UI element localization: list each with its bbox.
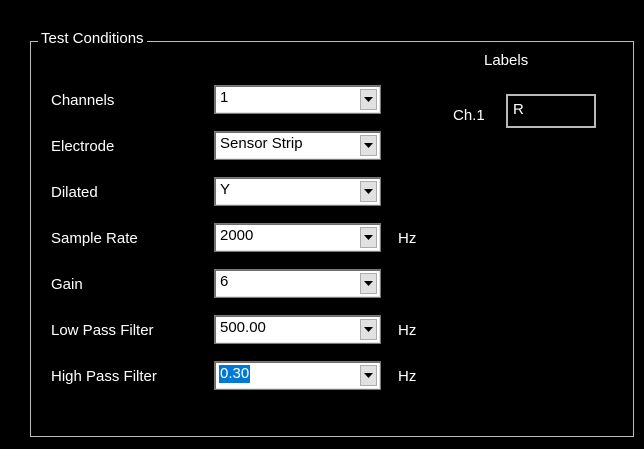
sample-rate-unit: Hz (398, 230, 417, 247)
high-pass-filter-select[interactable]: 0.30 (214, 361, 381, 390)
channel-1-label-value: R (513, 101, 524, 118)
panel-title: Test Conditions (38, 30, 147, 48)
channels-label: Channels (51, 92, 115, 109)
dilated-select-value: Y (220, 181, 231, 198)
channels-select-value: 1 (220, 89, 229, 106)
chevron-down-icon[interactable] (360, 227, 377, 248)
dilated-label: Dilated (51, 184, 98, 201)
sample-rate-select[interactable]: 2000 (214, 223, 381, 252)
low-pass-filter-select-value: 500.00 (220, 319, 266, 336)
sample-rate-select-value: 2000 (220, 227, 254, 244)
chevron-down-icon[interactable] (360, 181, 377, 202)
channel-1-label: Ch.1 (453, 107, 485, 124)
dilated-select[interactable]: Y (214, 177, 381, 206)
gain-select[interactable]: 6 (214, 269, 381, 298)
gain-select-value: 6 (220, 273, 229, 290)
high-pass-filter-select-value: 0.30 (219, 365, 251, 383)
high-pass-filter-unit: Hz (398, 368, 417, 385)
electrode-select-value: Sensor Strip (220, 135, 303, 152)
chevron-down-icon[interactable] (360, 135, 377, 156)
low-pass-filter-label: Low Pass Filter (51, 322, 154, 339)
chevron-down-icon[interactable] (360, 89, 377, 110)
chevron-down-icon[interactable] (360, 365, 377, 386)
channels-select[interactable]: 1 (214, 85, 381, 114)
chevron-down-icon[interactable] (360, 273, 377, 294)
high-pass-filter-label: High Pass Filter (51, 368, 157, 385)
chevron-down-icon[interactable] (360, 319, 377, 340)
channel-1-label-input[interactable]: R (506, 94, 596, 128)
low-pass-filter-unit: Hz (398, 322, 417, 339)
low-pass-filter-select[interactable]: 500.00 (214, 315, 381, 344)
electrode-select[interactable]: Sensor Strip (214, 131, 381, 160)
gain-label: Gain (51, 276, 83, 293)
electrode-label: Electrode (51, 138, 115, 155)
labels-heading: Labels (484, 52, 529, 69)
sample-rate-label: Sample Rate (51, 230, 138, 247)
